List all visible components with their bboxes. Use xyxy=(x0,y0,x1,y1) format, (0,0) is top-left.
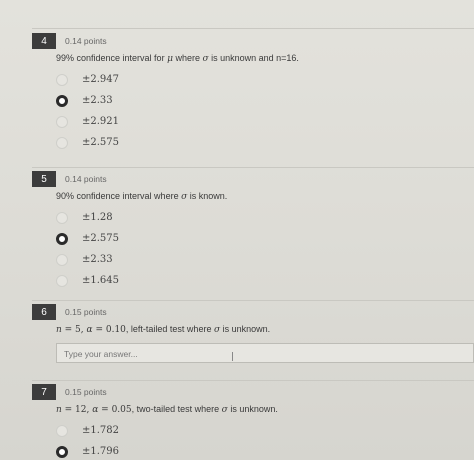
answer-input[interactable]: Type your answer... xyxy=(56,343,474,363)
prompt-math: = 0.10 xyxy=(92,325,126,335)
radio-button[interactable] xyxy=(56,136,68,149)
prompt-text: , left-tailed test where xyxy=(125,324,214,334)
question-prompt: 90% confidence interval where σ is known… xyxy=(56,191,474,202)
radio-button-selected[interactable] xyxy=(56,232,68,245)
option-radio[interactable]: ±1.28 xyxy=(56,207,474,228)
prompt-text: 90% confidence interval where xyxy=(56,191,182,201)
radio-button-selected[interactable] xyxy=(56,445,68,458)
prompt-math: = 0.05 xyxy=(98,405,132,415)
option-radio[interactable]: ±1.782 xyxy=(56,420,474,441)
prompt-text: is unknown and n=16. xyxy=(208,53,299,63)
option-label: ±1.28 xyxy=(82,212,113,223)
prompt-text: is unknown. xyxy=(220,324,271,334)
question-5: 5 0.14 points 90% confidence interval wh… xyxy=(32,171,474,291)
question-number: 6 xyxy=(32,304,56,320)
answer-options: ±2.947 ±2.33 ±2.921 ±2.575 xyxy=(56,69,474,153)
question-prompt: n = 5, α = 0.10, left-tailed test where … xyxy=(56,324,474,335)
option-radio[interactable]: ±2.33 xyxy=(56,249,474,270)
radio-button[interactable] xyxy=(56,115,68,128)
prompt-text: where xyxy=(172,53,203,63)
option-radio[interactable]: ±1.796 xyxy=(56,441,474,460)
quiz-page: 4 0.14 points 99% confidence interval fo… xyxy=(0,0,474,460)
question-points: 0.15 points xyxy=(65,307,107,317)
radio-button-selected[interactable] xyxy=(56,94,68,107)
question-points: 0.14 points xyxy=(65,174,107,184)
prompt-text: is known. xyxy=(187,191,228,201)
question-6: 6 0.15 points n = 5, α = 0.10, left-tail… xyxy=(32,304,474,363)
answer-options: ±1.28 ±2.575 ±2.33 ±1.645 xyxy=(56,207,474,291)
radio-button[interactable] xyxy=(56,73,68,86)
question-header: 4 0.14 points xyxy=(32,33,474,49)
option-radio[interactable]: ±2.947 xyxy=(56,69,474,90)
question-header: 6 0.15 points xyxy=(32,304,474,320)
question-points: 0.15 points xyxy=(65,387,107,397)
option-label: ±2.33 xyxy=(82,254,113,265)
option-radio[interactable]: ±2.575 xyxy=(56,228,474,249)
option-label: ±1.645 xyxy=(82,275,120,286)
question-prompt: n = 12, α = 0.05, two-tailed test where … xyxy=(56,404,474,415)
option-label: ±2.33 xyxy=(82,95,113,106)
option-label: ±2.575 xyxy=(82,137,120,148)
question-header: 7 0.15 points xyxy=(32,384,474,400)
prompt-text: , two-tailed test where xyxy=(131,404,222,414)
option-radio[interactable]: ±2.33 xyxy=(56,90,474,111)
question-4: 4 0.14 points 99% confidence interval fo… xyxy=(32,33,474,153)
option-label: ±2.575 xyxy=(82,233,120,244)
divider xyxy=(32,28,474,29)
radio-button[interactable] xyxy=(56,274,68,287)
text-cursor-icon xyxy=(232,352,233,361)
question-points: 0.14 points xyxy=(65,36,107,46)
prompt-text: is unknown. xyxy=(227,404,278,414)
question-header: 5 0.14 points xyxy=(32,171,474,187)
question-number: 5 xyxy=(32,171,56,187)
option-label: ±1.782 xyxy=(82,425,120,436)
option-radio[interactable]: ±1.645 xyxy=(56,270,474,291)
prompt-math: = 5, xyxy=(61,325,87,335)
divider xyxy=(32,300,474,301)
option-radio[interactable]: ±2.575 xyxy=(56,132,474,153)
answer-options: ±1.782 ±1.796 xyxy=(56,420,474,460)
option-label: ±2.947 xyxy=(82,74,120,85)
radio-button[interactable] xyxy=(56,424,68,437)
radio-button[interactable] xyxy=(56,253,68,266)
prompt-math: = 12, xyxy=(61,405,93,415)
divider xyxy=(32,167,474,168)
prompt-text: 99% confidence interval for xyxy=(56,53,168,63)
question-7: 7 0.15 points n = 12, α = 0.05, two-tail… xyxy=(32,384,474,460)
divider xyxy=(32,380,474,381)
question-number: 7 xyxy=(32,384,56,400)
option-label: ±1.796 xyxy=(82,446,120,457)
option-label: ±2.921 xyxy=(82,116,120,127)
question-number: 4 xyxy=(32,33,56,49)
question-prompt: 99% confidence interval for μ where σ is… xyxy=(56,53,474,64)
radio-button[interactable] xyxy=(56,211,68,224)
option-radio[interactable]: ±2.921 xyxy=(56,111,474,132)
